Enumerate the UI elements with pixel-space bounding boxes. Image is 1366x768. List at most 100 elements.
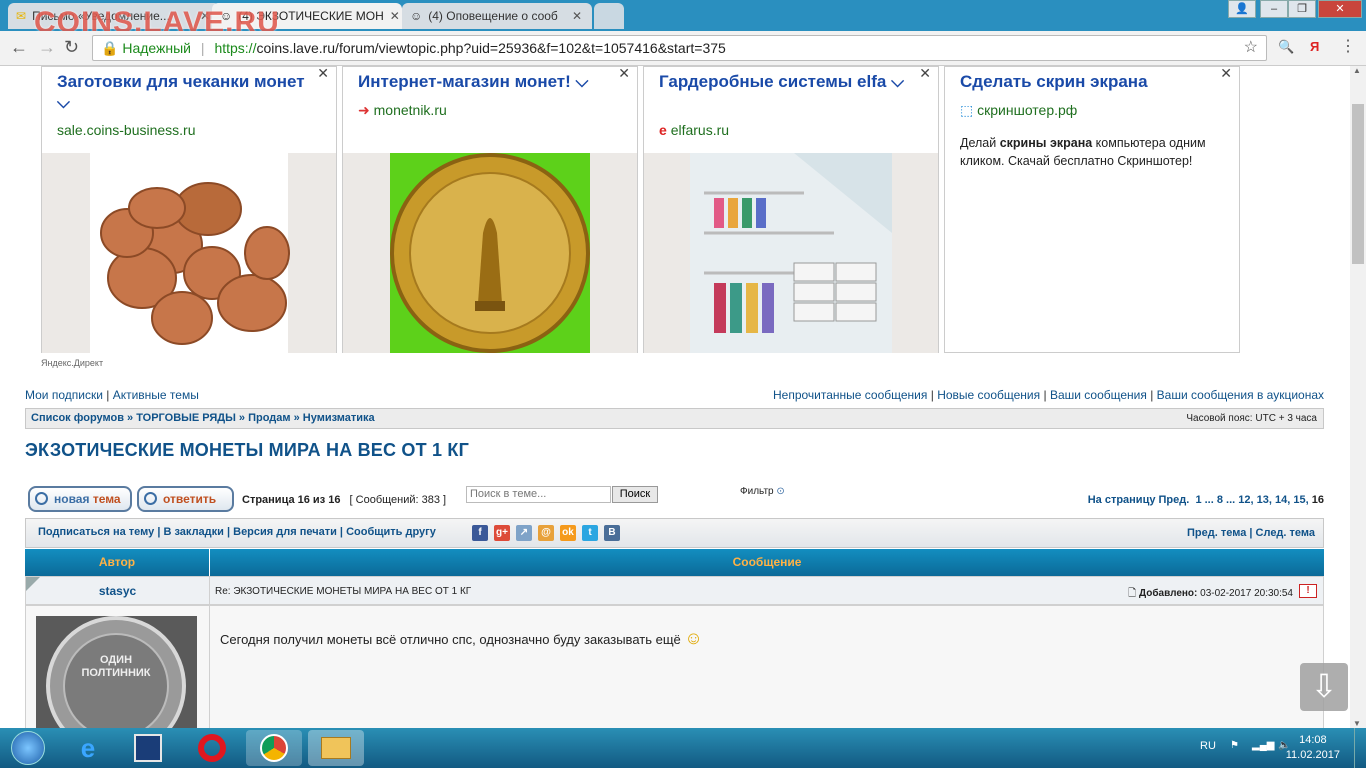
- breadcrumb-item[interactable]: Продам: [248, 412, 290, 424]
- show-desktop-button[interactable]: [1354, 728, 1366, 768]
- ad-domain[interactable]: ⬚ скриншотер.рф: [960, 102, 1077, 119]
- ad-domain[interactable]: e elfarus.ru: [659, 122, 729, 138]
- post-subject[interactable]: Re: ЭКЗОТИЧЕСКИЕ МОНЕТЫ МИРА НА ВЕС ОТ 1…: [215, 586, 471, 597]
- link-subscribe[interactable]: Подписаться на тему: [38, 526, 154, 538]
- link-new-messages[interactable]: Новые сообщения: [937, 388, 1040, 402]
- ad-image-coin-blanks[interactable]: [42, 153, 336, 353]
- close-icon[interactable]: ✕: [1220, 66, 1232, 82]
- yandex-direct-label[interactable]: Яндекс.Директ: [41, 358, 103, 368]
- post-file-icon[interactable]: 🗋: [1128, 588, 1136, 599]
- link-unread[interactable]: Непрочитанные сообщения: [773, 388, 927, 402]
- scroll-down-arrow-icon[interactable]: ⇩: [1300, 663, 1348, 711]
- filter-toggle[interactable]: Фильтр ⊙: [740, 486, 785, 497]
- maximize-button[interactable]: ❐: [1288, 0, 1316, 18]
- tab-notify[interactable]: ☺ (4) Оповещение о сооб ✕: [402, 3, 592, 29]
- back-arrow-icon[interactable]: ←: [10, 37, 28, 58]
- start-button[interactable]: [2, 730, 54, 766]
- link-prev-topic[interactable]: Пред. тема: [1187, 527, 1246, 539]
- page-link[interactable]: 15: [1293, 494, 1305, 506]
- pagination-prev[interactable]: Пред.: [1159, 494, 1190, 506]
- link-next-topic[interactable]: След. тема: [1256, 527, 1315, 539]
- ad-block-1[interactable]: Заготовки для чеканки монет ⌵ ✕ sale.coi…: [41, 66, 337, 353]
- opera-icon[interactable]: [184, 730, 240, 766]
- page-link[interactable]: 13: [1257, 494, 1269, 506]
- googleplus-icon[interactable]: g+: [494, 525, 510, 541]
- new-tab-button[interactable]: [594, 3, 624, 29]
- ie-icon[interactable]: e: [60, 730, 116, 766]
- close-icon[interactable]: ✕: [317, 66, 329, 82]
- language-indicator[interactable]: RU: [1200, 740, 1216, 752]
- scrollbar-thumb[interactable]: [1352, 104, 1364, 264]
- screenshot-icon: ⬚: [960, 102, 974, 118]
- minimize-button[interactable]: –: [1260, 0, 1288, 18]
- search-extension-icon[interactable]: 🔍: [1278, 39, 1294, 55]
- timezone-label: Часовой пояс: UTC + 3 часа: [1186, 413, 1317, 424]
- link-bookmarks[interactable]: В закладки: [163, 526, 223, 538]
- search-button[interactable]: Поиск: [612, 486, 658, 503]
- link-print[interactable]: Версия для печати: [233, 526, 337, 538]
- chrome-icon[interactable]: [246, 730, 302, 766]
- scroll-up-icon[interactable]: ▲: [1353, 66, 1361, 75]
- ad-block-4[interactable]: Сделать скрин экрана ✕ ⬚ скриншотер.рф Д…: [944, 66, 1240, 353]
- page-link[interactable]: 14: [1275, 494, 1287, 506]
- avatar[interactable]: ОДИН ПОЛТИННИК: [36, 616, 197, 728]
- page-link[interactable]: 12: [1238, 494, 1250, 506]
- ad-domain[interactable]: sale.coins-business.ru: [57, 122, 196, 138]
- floppy-app-icon[interactable]: [120, 730, 176, 766]
- network-icon[interactable]: ▂▄▆: [1252, 740, 1274, 751]
- page-scrollbar[interactable]: ▲ ▼: [1350, 66, 1366, 728]
- odnoklassniki-icon[interactable]: ok: [560, 525, 576, 541]
- ad-image-gold-coin[interactable]: [343, 153, 637, 353]
- ad-title[interactable]: Сделать скрин экрана: [960, 71, 1215, 92]
- close-icon[interactable]: ✕: [618, 66, 630, 82]
- search-input[interactable]: Поиск в теме...: [466, 486, 611, 503]
- reload-icon[interactable]: ↻: [64, 37, 79, 58]
- close-icon[interactable]: ✕: [390, 9, 400, 23]
- tray-flag-icon[interactable]: ⚑: [1230, 740, 1239, 751]
- page-link[interactable]: 1: [1195, 494, 1201, 506]
- vkontakte-icon[interactable]: B: [604, 525, 620, 541]
- elfa-logo-icon: e: [659, 122, 667, 138]
- explorer-icon[interactable]: [308, 730, 364, 766]
- link-share-friend[interactable]: Сообщить другу: [346, 526, 436, 538]
- clock[interactable]: 14:08 11.02.2017: [1286, 733, 1340, 763]
- ad-image-wardrobe[interactable]: [644, 153, 938, 353]
- close-icon[interactable]: ✕: [919, 66, 931, 82]
- yandex-icon[interactable]: Я: [1310, 39, 1319, 54]
- mail-icon[interactable]: @: [538, 525, 554, 541]
- page-title[interactable]: ЭКЗОТИЧЕСКИЕ МОНЕТЫ МИРА НА ВЕС ОТ 1 КГ: [25, 440, 469, 461]
- messages-count: [ Сообщений: 383 ]: [349, 494, 447, 506]
- twitter-icon[interactable]: t: [582, 525, 598, 541]
- link-subscriptions[interactable]: Мои подписки: [25, 388, 103, 402]
- user-icon[interactable]: 👤: [1228, 0, 1256, 18]
- link-your-auction-messages[interactable]: Ваши сообщения в аукционах: [1157, 388, 1324, 402]
- facebook-icon[interactable]: f: [472, 525, 488, 541]
- new-topic-button[interactable]: новая тема: [28, 486, 132, 512]
- ad-domain[interactable]: ➜ monetnik.ru: [358, 102, 447, 119]
- address-bar[interactable]: 🔒 Надежный | https://coins.lave.ru/forum…: [92, 35, 1267, 61]
- breadcrumb-item[interactable]: Нумизматика: [303, 412, 375, 424]
- scroll-down-icon[interactable]: ▼: [1353, 719, 1361, 728]
- close-icon[interactable]: ✕: [572, 9, 582, 23]
- link-active-topics[interactable]: Активные темы: [113, 388, 199, 402]
- secure-label: Надежный: [122, 40, 192, 56]
- ad-title[interactable]: Гардеробные системы elfa ⌵: [659, 71, 914, 92]
- ad-title[interactable]: Заготовки для чеканки монет ⌵: [57, 71, 312, 113]
- page-link[interactable]: 8: [1217, 494, 1223, 506]
- breadcrumb-item[interactable]: Список форумов: [31, 412, 124, 424]
- report-icon[interactable]: !: [1299, 584, 1317, 598]
- ad-block-3[interactable]: Гардеробные системы elfa ⌵ ✕ e elfarus.r…: [643, 66, 939, 353]
- reply-button[interactable]: ответить: [137, 486, 234, 512]
- post-author[interactable]: stasyc: [26, 584, 209, 598]
- chevron-down-circle-icon: ⊙: [776, 486, 785, 497]
- bookmark-star-icon[interactable]: ☆: [1244, 36, 1258, 60]
- ad-block-2[interactable]: Интернет-магазин монет! ⌵ ✕ ➜ monetnik.r…: [342, 66, 638, 353]
- forward-arrow-icon[interactable]: →: [38, 37, 56, 58]
- close-window-button[interactable]: ✕: [1318, 0, 1362, 18]
- breadcrumb-item[interactable]: ТОРГОВЫЕ РЯДЫ: [136, 412, 236, 424]
- link-your-messages[interactable]: Ваши сообщения: [1050, 388, 1147, 402]
- vk-link-icon[interactable]: ↗: [516, 525, 532, 541]
- ad-title[interactable]: Интернет-магазин монет! ⌵: [358, 71, 613, 92]
- menu-icon[interactable]: ⋮: [1340, 36, 1356, 56]
- topnav-left: Мои подписки | Активные темы: [25, 388, 199, 402]
